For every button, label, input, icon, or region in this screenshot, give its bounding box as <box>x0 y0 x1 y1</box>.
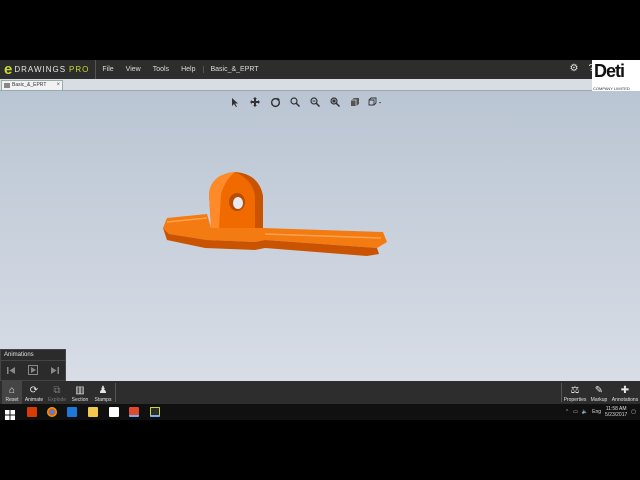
tab-label: Basic_&_EPRT <box>12 82 47 88</box>
reset-label: Reset <box>5 397 19 403</box>
select-arrow-icon[interactable] <box>228 95 242 109</box>
part-file-icon <box>4 83 10 88</box>
play-icon[interactable] <box>28 365 38 377</box>
animate-icon: ⟳ <box>29 385 39 396</box>
clock-date: 5/23/2017 <box>605 412 628 418</box>
powerpoint-app-icon[interactable] <box>27 407 37 417</box>
animations-panel: Animations <box>0 349 66 381</box>
home-icon: ⌂ <box>8 385 16 396</box>
next-icon[interactable] <box>50 366 59 377</box>
document-title: Basic_&_EPRT <box>203 66 264 73</box>
edge-app-icon[interactable] <box>67 407 77 417</box>
network-icon[interactable]: ▭ <box>573 409 578 415</box>
tray-chevron-icon[interactable]: ⌃ <box>565 409 569 415</box>
properties-label: Properties <box>563 397 587 403</box>
animate-button[interactable]: ⟳ Animate <box>23 381 45 404</box>
app-logo: e DRAWINGS PRO <box>0 60 97 79</box>
view-orientation-icon[interactable] <box>348 95 362 109</box>
zoom-area-icon[interactable] <box>328 95 342 109</box>
section-label: Section <box>71 397 89 403</box>
explode-icon: ⧉ <box>53 385 61 396</box>
properties-button[interactable]: ⚖ Properties <box>563 381 587 404</box>
volume-icon[interactable]: 🔈 <box>582 409 588 415</box>
toolbar-divider <box>115 383 116 402</box>
markup-button[interactable]: ✎ Markup <box>588 381 610 404</box>
title-actions: ⚙ ? <box>569 63 594 74</box>
animations-panel-title: Animations <box>1 350 65 361</box>
chrome-app-icon[interactable] <box>47 407 57 417</box>
pan-icon[interactable] <box>248 95 262 109</box>
stamps-label: Stamps <box>94 397 112 403</box>
store-app-icon[interactable] <box>109 407 119 417</box>
explode-button[interactable]: ⧉ Explode <box>46 381 68 404</box>
notification-icon[interactable]: ▢ <box>631 409 636 415</box>
file-explorer-icon[interactable] <box>88 407 98 417</box>
clock[interactable]: 11:58 AM 5/23/2017 <box>605 406 627 418</box>
language-indicator[interactable]: Eng <box>592 409 601 415</box>
document-tab-bar: Basic_&_EPRT × <box>0 79 592 91</box>
animation-controls <box>1 361 65 381</box>
toolbar-divider <box>561 383 562 402</box>
3d-part-model[interactable] <box>155 166 395 281</box>
section-button[interactable]: ▥ Section <box>69 381 91 404</box>
recorder-app-icon[interactable] <box>129 407 139 417</box>
logo-e: e <box>4 61 13 78</box>
explode-label: Explode <box>47 397 67 403</box>
previous-icon[interactable] <box>7 366 16 377</box>
screen: e DRAWINGS PRO File View Tools Help Basi… <box>0 60 640 420</box>
zoom-in-icon[interactable] <box>308 95 322 109</box>
view-toolbar <box>228 95 382 109</box>
bottom-toolbar: ⌂ Reset ⟳ Animate ⧉ Explode ▥ Section ♟ … <box>0 381 640 404</box>
edrawings-app-icon[interactable] <box>150 407 160 417</box>
windows-taskbar: ⌃ ▭ 🔈 Eng 11:58 AM 5/23/2017 ▢ <box>0 404 640 420</box>
stamps-button[interactable]: ♟ Stamps <box>92 381 114 404</box>
markup-label: Markup <box>590 397 608 403</box>
logo-pro: PRO <box>69 65 90 74</box>
properties-scale-icon: ⚖ <box>570 385 580 396</box>
system-tray: ⌃ ▭ 🔈 Eng 11:58 AM 5/23/2017 ▢ <box>565 404 636 420</box>
animate-label: Animate <box>24 397 44 403</box>
annotations-button[interactable]: ✚ Annotations <box>611 381 639 404</box>
menu-help[interactable]: Help <box>175 66 201 73</box>
tab-basic-eprt[interactable]: Basic_&_EPRT × <box>1 80 63 91</box>
tab-close-icon[interactable]: × <box>56 81 60 90</box>
menu-tools[interactable]: Tools <box>147 66 175 73</box>
annotations-icon: ✚ <box>620 385 630 396</box>
reset-button[interactable]: ⌂ Reset <box>2 381 22 404</box>
stamps-icon: ♟ <box>98 385 108 396</box>
section-icon: ▥ <box>75 385 85 396</box>
zoom-to-fit-icon[interactable] <box>288 95 302 109</box>
menu-view[interactable]: View <box>120 66 147 73</box>
annotations-label: Annotations <box>611 397 639 403</box>
3d-viewport[interactable] <box>0 91 640 381</box>
brand-text: Deti <box>594 61 625 81</box>
logo-text: DRAWINGS <box>14 65 67 74</box>
windows-start-icon[interactable] <box>5 407 15 420</box>
settings-gear-icon[interactable]: ⚙ <box>569 63 578 74</box>
menu-file[interactable]: File <box>96 66 119 73</box>
title-bar: e DRAWINGS PRO File View Tools Help Basi… <box>0 60 640 92</box>
rotate-icon[interactable] <box>268 95 282 109</box>
display-style-icon[interactable] <box>368 95 382 109</box>
markup-pencil-icon: ✎ <box>594 385 604 396</box>
brand-watermark: Deti COMPANY LIMITED <box>592 60 640 92</box>
